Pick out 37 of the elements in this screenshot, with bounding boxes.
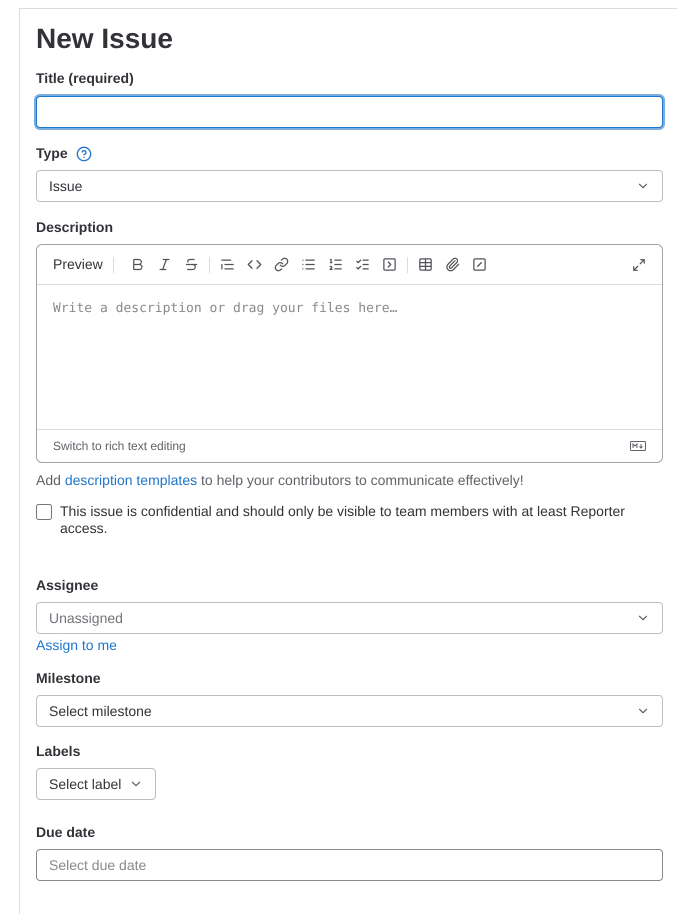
milestone-select[interactable]: Select milestone <box>36 695 663 727</box>
select-label-button[interactable]: Select label <box>36 768 156 800</box>
help-icon[interactable] <box>76 146 92 162</box>
due-date-input[interactable]: Select due date <box>36 849 663 881</box>
strikethrough-icon[interactable] <box>184 257 199 272</box>
bullet-list-icon[interactable] <box>300 257 316 272</box>
slash-command-icon[interactable] <box>472 257 487 272</box>
confidential-label: This issue is confidential and should only be visible to team members with at least Reporter access. <box>60 503 626 537</box>
page-title: New Issue <box>36 22 174 56</box>
fullscreen-icon[interactable] <box>632 258 646 272</box>
rich-text-toggle[interactable]: Switch to rich text editing <box>53 437 186 455</box>
field-label: Labels <box>36 743 82 760</box>
code-icon[interactable] <box>246 257 262 272</box>
title-input[interactable] <box>36 96 663 128</box>
field-label: Title (required) <box>36 70 135 87</box>
field-label: Type <box>36 145 68 162</box>
link-icon[interactable] <box>274 257 289 272</box>
task-list-icon[interactable] <box>354 257 370 272</box>
assign-to-me-link[interactable]: Assign to me <box>36 636 663 654</box>
confidential-checkbox[interactable] <box>36 504 52 520</box>
templates-hint: Add description templates to help your contributors to communicate effectively! <box>36 471 525 489</box>
markdown-icon <box>630 441 646 451</box>
italic-icon[interactable] <box>156 257 172 272</box>
preview-tab[interactable]: Preview <box>53 254 103 275</box>
markdown-editor[interactable]: Preview Write a description or drag your files here… Switch to rich text editing <box>36 244 663 463</box>
templates-link[interactable]: description templates <box>64 472 198 488</box>
field-label: Assignee <box>36 577 100 594</box>
numbered-list-icon[interactable] <box>328 257 343 272</box>
table-icon[interactable] <box>418 257 433 272</box>
type-select[interactable]: Issue <box>36 170 663 202</box>
quote-icon[interactable] <box>220 257 235 272</box>
assignee-select[interactable]: Unassigned <box>36 602 663 634</box>
field-label: Due date <box>36 824 96 841</box>
collapsible-section-icon[interactable] <box>382 257 397 272</box>
field-label: Milestone <box>36 670 102 687</box>
field-label: Description <box>36 219 114 236</box>
paperclip-icon[interactable] <box>444 257 460 272</box>
